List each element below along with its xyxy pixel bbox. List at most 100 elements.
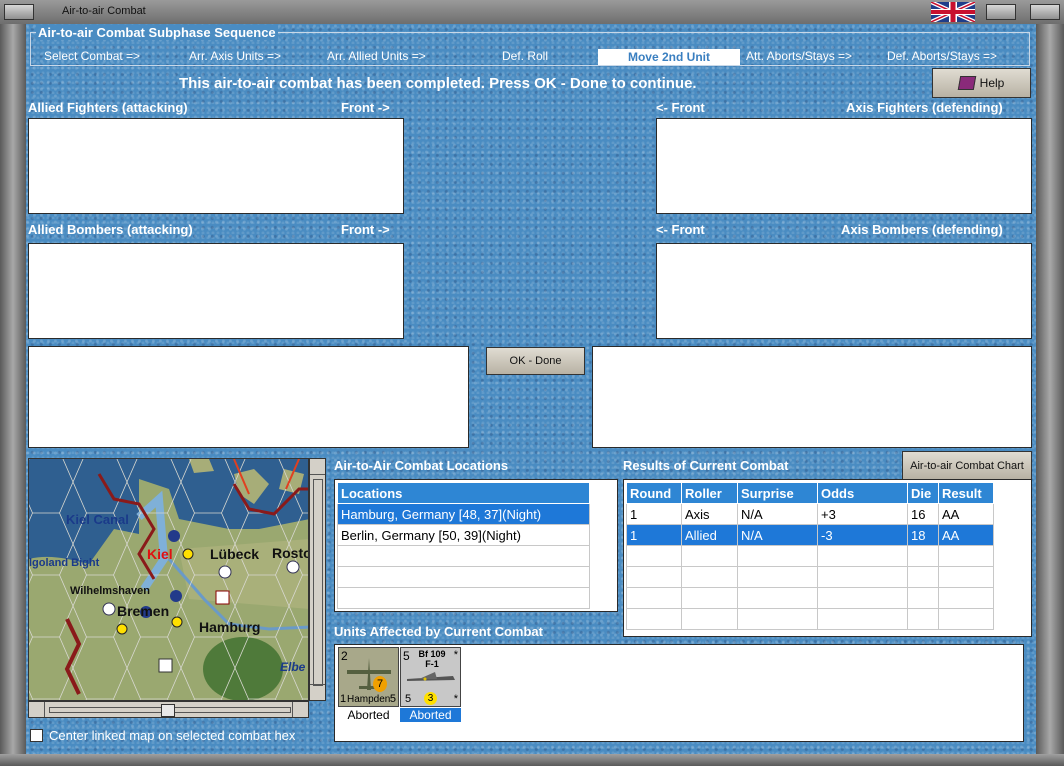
unit-name: Bf 109 F-1 — [418, 649, 446, 669]
minimize-button[interactable] — [986, 4, 1016, 20]
step-def-roll: Def. Roll — [502, 49, 549, 63]
col-odds: Odds — [817, 482, 908, 504]
location-row-empty — [337, 545, 590, 567]
status-message: This air-to-air combat has been complete… — [179, 75, 697, 92]
locations-header: Locations — [337, 482, 590, 504]
right-border — [1036, 24, 1064, 766]
step-move-2nd-unit: Move 2nd Unit — [598, 49, 740, 65]
location-row-empty — [337, 587, 590, 609]
help-label: Help — [979, 76, 1005, 90]
cell-odds: -3 — [817, 524, 908, 546]
cell-round: 1 — [626, 524, 682, 546]
axis-bombers-box[interactable] — [656, 243, 1032, 339]
map-label-elbe: Elbe — [280, 660, 306, 674]
cell-die: 18 — [907, 524, 939, 546]
system-menu-button[interactable] — [4, 4, 34, 20]
uk-flag-icon — [930, 0, 976, 24]
units-affected-title: Units Affected by Current Combat — [334, 624, 543, 639]
unit-bottom-left: 5 — [405, 693, 412, 705]
scroll-h-thumb[interactable] — [161, 704, 175, 717]
unit-attack-value: 5 — [403, 649, 410, 663]
map-label-hamburg: Hamburg — [199, 619, 260, 635]
allied-bombers-label: Allied Bombers (attacking) — [28, 222, 193, 237]
map-label-lubeck: Lübeck — [210, 546, 259, 562]
cell-roller: Axis — [681, 503, 738, 525]
unit-name: Hampden — [347, 694, 391, 705]
map-vertical-scrollbar[interactable] — [309, 458, 326, 701]
map-label-heligoland-bight: lgoland Bight — [29, 557, 100, 569]
step-arr-allied-units: Arr. Allied Units => — [327, 49, 426, 63]
axis-fighters-front-label: <- Front — [656, 100, 705, 115]
map-horizontal-scrollbar[interactable] — [28, 701, 309, 718]
title-bar: Air-to-air Combat — [0, 0, 1064, 24]
map-label-bremen: Bremen — [117, 603, 169, 619]
unit-counter-bf109[interactable]: 5 Bf 109 F-1 * 3 5 * — [400, 647, 461, 707]
col-die: Die — [907, 482, 939, 504]
help-button[interactable]: Help — [932, 68, 1031, 98]
col-result: Result — [938, 482, 994, 504]
map-label-rostock: Rosto — [272, 545, 309, 561]
col-surprise: Surprise — [737, 482, 818, 504]
axis-bombers-label: Axis Bombers (defending) — [841, 222, 1003, 237]
bf109-plane-icon — [407, 672, 455, 681]
allied-fighters-label: Allied Fighters (attacking) — [28, 100, 188, 115]
unit-status-hampden: Aborted — [347, 708, 390, 722]
step-att-aborts: Att. Aborts/Stays => — [746, 49, 853, 63]
scroll-v-thumb[interactable] — [313, 479, 323, 686]
close-button[interactable] — [1030, 4, 1060, 20]
window-title: Air-to-air Combat — [62, 5, 146, 17]
axis-info-box — [592, 346, 1032, 448]
allied-fighters-front-label: Front -> — [341, 100, 390, 115]
linked-map[interactable]: Kiel Canal Kiel Lübeck Rosto lgoland Big… — [28, 458, 309, 701]
cell-surprise: N/A — [737, 524, 818, 546]
scroll-down-arrow-icon[interactable] — [310, 684, 325, 700]
allied-bombers-front-label: Front -> — [341, 222, 390, 237]
results-table-box: Round Roller Surprise Odds Die Result 1 … — [623, 479, 1032, 637]
table-row[interactable]: 1 Axis N/A +3 16 AA — [626, 503, 994, 525]
cell-surprise: N/A — [737, 503, 818, 525]
allied-bombers-box[interactable] — [28, 243, 404, 339]
location-row-berlin[interactable]: Berlin, Germany [50, 39](Night) — [337, 524, 590, 546]
bottom-border — [0, 754, 1064, 766]
help-book-icon — [957, 76, 976, 90]
step-select-combat: Select Combat => — [44, 49, 141, 63]
axis-bombers-front-label: <- Front — [656, 222, 705, 237]
scroll-up-arrow-icon[interactable] — [310, 459, 325, 475]
unit-badge: 3 — [424, 692, 437, 705]
allied-fighters-box[interactable] — [28, 118, 404, 214]
axis-fighters-label: Axis Fighters (defending) — [846, 100, 1003, 115]
step-def-aborts: Def. Aborts/Stays => — [887, 49, 998, 63]
unit-bottom-right: 5 — [389, 693, 396, 705]
cell-result: AA — [938, 524, 994, 546]
cell-die: 16 — [907, 503, 939, 525]
results-title: Results of Current Combat — [623, 458, 789, 473]
map-label-kiel: Kiel — [147, 546, 173, 562]
scroll-left-arrow-icon[interactable] — [29, 702, 45, 717]
location-row-empty — [337, 566, 590, 588]
map-label-kiel-canal: Kiel Canal — [66, 512, 129, 527]
air-combat-chart-button[interactable]: Air-to-air Combat Chart — [902, 451, 1032, 480]
cell-result: AA — [938, 503, 994, 525]
axis-fighters-box[interactable] — [656, 118, 1032, 214]
location-row-hamburg[interactable]: Hamburg, Germany [48, 37](Night) — [337, 503, 590, 525]
unit-status-bf109: Aborted — [400, 708, 461, 722]
center-linked-checkbox[interactable] — [30, 728, 43, 742]
center-linked-option[interactable]: Center linked map on selected combat hex — [29, 726, 329, 744]
map-label-wilhelmshaven: Wilhelmshaven — [70, 585, 150, 597]
locations-title: Air-to-Air Combat Locations — [334, 458, 509, 473]
left-border — [0, 24, 26, 766]
locations-list[interactable]: Locations Hamburg, Germany [48, 37](Nigh… — [334, 479, 618, 612]
unit-asterisk: * — [453, 649, 458, 661]
center-linked-label: Center linked map on selected combat hex — [49, 727, 296, 743]
sequence-title: Air-to-air Combat Subphase Sequence — [36, 25, 278, 40]
unit-counter-hampden[interactable]: 2 7 1 Hampden 5 — [338, 647, 399, 707]
unit-bottom-left: 1 — [340, 693, 347, 705]
cell-round: 1 — [626, 503, 682, 525]
cell-odds: +3 — [817, 503, 908, 525]
table-row[interactable]: 1 Allied N/A -3 18 AA — [626, 524, 994, 546]
unit-bottom-right: * — [453, 693, 458, 705]
ok-done-button[interactable]: OK - Done — [486, 347, 585, 375]
col-round: Round — [626, 482, 682, 504]
scroll-right-arrow-icon[interactable] — [292, 702, 308, 717]
col-roller: Roller — [681, 482, 738, 504]
